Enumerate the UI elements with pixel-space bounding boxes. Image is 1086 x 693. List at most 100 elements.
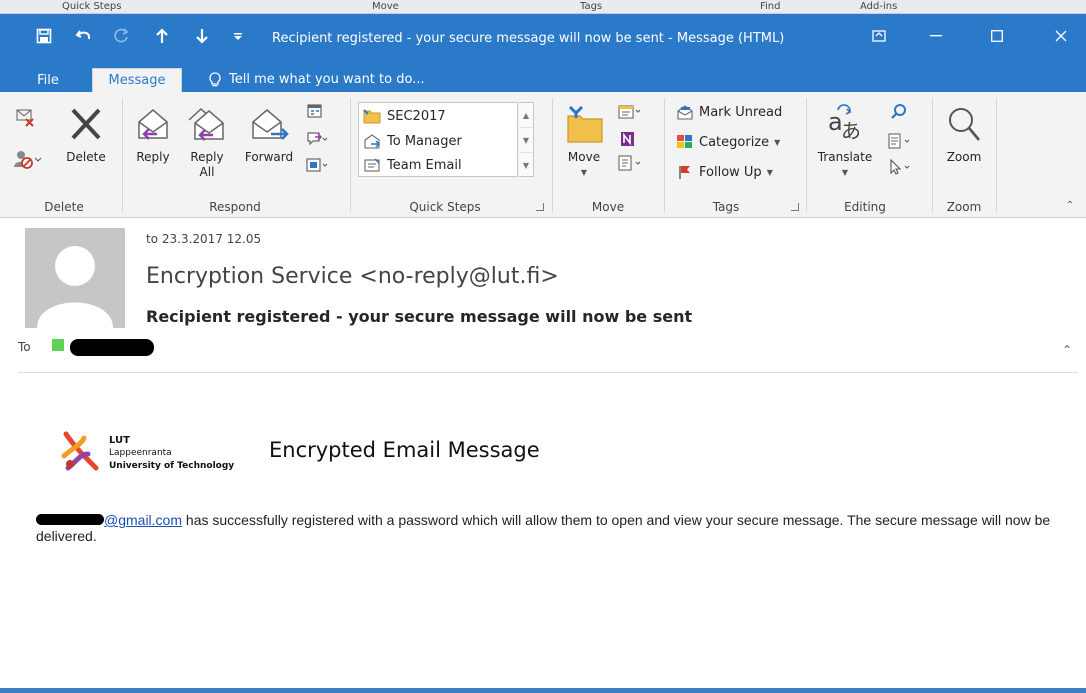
mark-unread-button[interactable]: Mark Unread: [676, 104, 782, 120]
delete-button[interactable]: Delete: [60, 104, 112, 165]
categorize-button[interactable]: Categorize ▼: [676, 134, 780, 150]
group-label-zoom: Zoom: [946, 200, 982, 214]
group-label-tags: Tags: [712, 200, 740, 214]
tab-message[interactable]: Message: [92, 68, 182, 92]
group-separator: [350, 98, 351, 212]
mark-unread-label: Mark Unread: [699, 104, 783, 120]
quick-step-team-email-label: Team Email: [387, 157, 462, 173]
save-icon[interactable]: [32, 23, 56, 49]
presence-status-icon: [52, 339, 64, 351]
behind-label-add-ins: Add-ins: [860, 1, 898, 12]
group-separator: [552, 98, 553, 212]
im-reply-icon[interactable]: [304, 130, 330, 148]
logo-line-university: University of Technology: [109, 461, 235, 471]
follow-up-label: Follow Up: [699, 164, 762, 180]
tell-me-placeholder: Tell me what you want to do...: [229, 72, 425, 87]
categorize-dropdown-icon[interactable]: ▼: [774, 138, 780, 147]
delete-button-label: Delete: [66, 150, 106, 164]
follow-up-dropdown-icon[interactable]: ▼: [767, 168, 773, 177]
collapse-ribbon-icon[interactable]: ⌃: [1062, 198, 1078, 213]
outlook-message-window: Quick Steps Move Tags Find Add-ins Recip…: [0, 0, 1086, 693]
find-icon[interactable]: [884, 102, 914, 122]
translate-button[interactable]: aあ Translate ▼: [812, 104, 878, 180]
quick-step-to-manager[interactable]: To Manager: [363, 133, 462, 149]
ribbon: Delete Delete Reply Reply All Forward Re…: [0, 92, 1086, 218]
title-bar: Recipient registered - your secure messa…: [0, 14, 1086, 64]
collapse-header-icon[interactable]: ⌃: [1062, 343, 1072, 357]
tags-dialog-launcher-icon[interactable]: [791, 203, 799, 211]
related-icon[interactable]: [884, 132, 914, 150]
move-button-label: Move: [567, 150, 601, 164]
close-icon[interactable]: [1040, 23, 1082, 49]
taskbar-edge: [0, 688, 1086, 693]
sender-name[interactable]: Encryption Service <no-reply@lut.fi>: [146, 264, 559, 289]
move-button[interactable]: Move ▼: [560, 104, 608, 180]
logo-line-lappeenranta: Lappeenranta: [109, 448, 172, 458]
received-date: to 23.3.2017 12.05: [146, 232, 262, 246]
group-label-respond: Respond: [209, 200, 261, 214]
forward-icon: [252, 109, 289, 140]
message-body-text: @gmail.com has successfully registered w…: [36, 512, 1066, 544]
quick-step-to-manager-label: To Manager: [387, 133, 462, 149]
reply-all-button[interactable]: Reply All: [184, 104, 230, 180]
customize-toolbar-icon[interactable]: [228, 23, 248, 49]
behind-label-move: Move: [372, 1, 399, 12]
ignore-icon[interactable]: [12, 107, 38, 129]
minimize-icon[interactable]: [915, 23, 957, 49]
lut-logo-text: LUT Lappeenranta University of Technolog…: [109, 434, 234, 473]
onenote-icon[interactable]: [614, 130, 644, 148]
recipient-email-link[interactable]: @gmail.com: [104, 512, 182, 528]
translate-icon: aあ: [828, 104, 861, 143]
redo-icon[interactable]: [110, 23, 134, 49]
quick-step-sec2017[interactable]: SEC2017: [363, 108, 446, 124]
translate-dropdown-icon[interactable]: ▼: [812, 165, 878, 180]
window-title: Recipient registered - your secure messa…: [272, 31, 785, 46]
group-separator: [932, 98, 933, 212]
tell-me-search[interactable]: Tell me what you want to do...: [208, 72, 425, 87]
follow-up-button[interactable]: Follow Up ▼: [676, 164, 773, 180]
quick-steps-scroll[interactable]: ▲ ▼ ▼: [519, 102, 534, 177]
quick-steps-dialog-launcher-icon[interactable]: [536, 203, 544, 211]
scroll-down-icon[interactable]: ▼: [519, 128, 533, 153]
previous-item-arrow-icon[interactable]: [150, 23, 174, 49]
reply-button[interactable]: Reply: [130, 104, 176, 165]
next-item-arrow-icon[interactable]: [190, 23, 214, 49]
zoom-button-label: Zoom: [946, 150, 982, 164]
actions-icon[interactable]: [614, 154, 644, 172]
rules-icon[interactable]: [614, 102, 644, 120]
junk-icon[interactable]: [12, 148, 44, 170]
quick-step-team-email[interactable]: Team Email: [363, 157, 462, 173]
lut-logo-icon: [61, 431, 99, 471]
svg-text:あ: あ: [841, 119, 861, 143]
behind-label-find: Find: [760, 1, 781, 12]
maximize-icon[interactable]: [976, 23, 1018, 49]
scroll-up-icon[interactable]: ▲: [519, 103, 533, 128]
team-email-icon: [364, 158, 380, 172]
group-separator: [806, 98, 807, 212]
forward-button[interactable]: Forward: [238, 104, 300, 165]
translate-label: Translate: [817, 150, 873, 164]
behind-label-tags: Tags: [580, 1, 603, 12]
select-cursor-icon[interactable]: [884, 158, 914, 176]
quick-step-sec2017-label: SEC2017: [387, 108, 446, 124]
sender-avatar: [25, 228, 125, 328]
zoom-button[interactable]: Zoom: [938, 104, 990, 165]
ribbon-display-options-icon[interactable]: [858, 23, 900, 49]
more-respond-icon[interactable]: [304, 156, 330, 174]
reply-all-icon: [188, 107, 224, 141]
registration-message: has successfully registered with a passw…: [36, 512, 1051, 544]
folder-icon: [363, 109, 381, 124]
move-dropdown-icon[interactable]: ▼: [560, 165, 608, 180]
group-label-delete: Delete: [44, 200, 84, 214]
undo-icon[interactable]: [72, 23, 96, 49]
meeting-reply-icon[interactable]: [304, 102, 326, 120]
move-folder-icon: [567, 105, 603, 143]
tab-file[interactable]: File: [26, 68, 70, 92]
group-label-quick-steps: Quick Steps: [409, 200, 481, 214]
group-separator: [122, 98, 123, 212]
redacted-recipient[interactable]: [70, 339, 154, 356]
to-label: To: [18, 340, 31, 354]
gallery-expand-icon[interactable]: ▼: [519, 153, 533, 178]
encrypted-message-heading: Encrypted Email Message: [269, 438, 540, 462]
flag-icon: [679, 166, 690, 179]
